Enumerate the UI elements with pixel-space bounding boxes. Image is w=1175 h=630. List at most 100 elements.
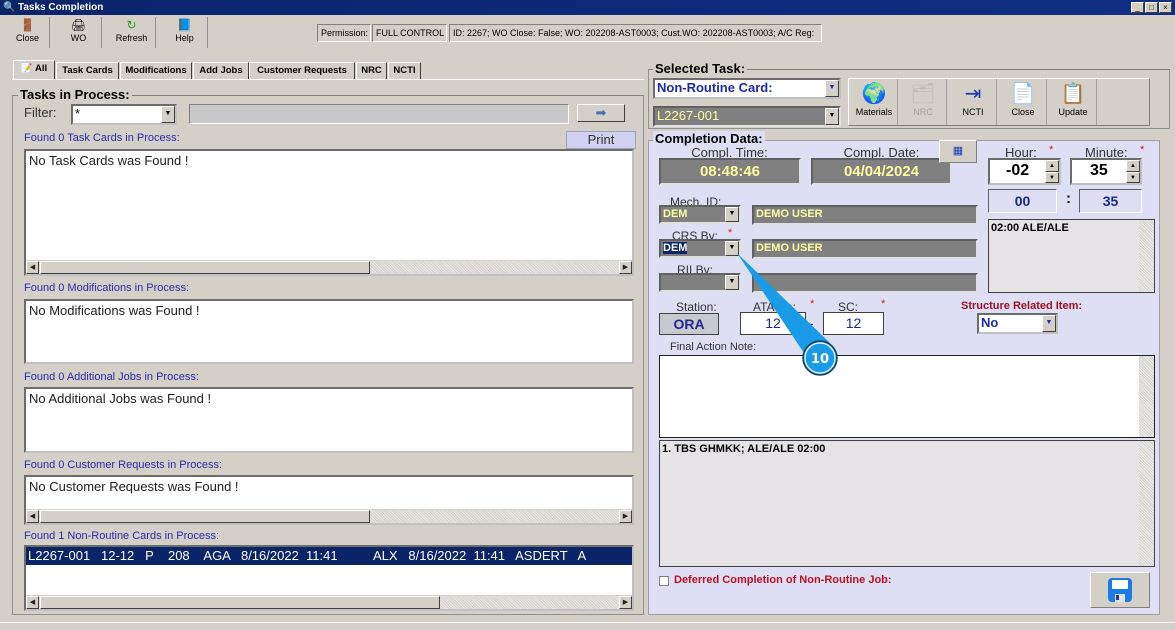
refresh-label: Refresh (115, 33, 148, 43)
task-card-value: L2267-001 (657, 108, 720, 123)
rii-name-field (752, 273, 978, 293)
additional-jobs-list[interactable]: No Additional Jobs was Found ! (24, 387, 634, 453)
wo-button[interactable]: 🖨 WO (56, 17, 102, 48)
help-book-icon: 📘 (177, 18, 192, 32)
calendar-button[interactable]: ▦ (939, 140, 977, 163)
spin-up-icon: ▲ (1045, 160, 1059, 172)
additional-jobs-empty-text: No Additional Jobs was Found ! (29, 391, 212, 406)
rii-by-combo[interactable]: ▼ (659, 273, 741, 292)
mech-id-combo[interactable]: DEM ▼ (659, 205, 741, 224)
update-button[interactable]: 📋 Update (1050, 79, 1097, 125)
chevron-down-icon[interactable]: ▼ (161, 106, 175, 123)
app-icon: 🔍 (3, 2, 16, 13)
ata-input[interactable]: 12 (740, 312, 806, 335)
action-history-box[interactable]: 1. TBS GHMKK; ALE/ALE 02:00 (659, 440, 1155, 567)
nrc-list[interactable]: L2267-001 12-12 P 208 AGA 8/16/2022 11:4… (24, 545, 634, 611)
chevron-down-icon[interactable]: ▼ (825, 80, 839, 97)
sc-input[interactable]: 12 (823, 312, 884, 335)
document-arrow-icon: 📄 (1010, 83, 1036, 105)
minute-stepper[interactable]: 35 ▲ ▼ (1070, 158, 1142, 185)
exit-door-icon: 🚪 (20, 18, 35, 32)
apply-filter-button[interactable]: ➡ (577, 104, 625, 122)
task-cards-list[interactable]: No Task Cards was Found ! ◀ ▶ (24, 149, 634, 276)
task-type-combo[interactable]: Non-Routine Card: ▼ (653, 78, 841, 99)
status-bar (0, 622, 1175, 630)
required-marker: * (1049, 144, 1054, 156)
help-button[interactable]: 📘 Help (162, 17, 208, 48)
close-task-button[interactable]: 📄 Close (1000, 79, 1047, 125)
import-table-icon: ⇥ (964, 83, 982, 105)
tab-modifications[interactable]: Modifications (120, 62, 192, 79)
chevron-down-icon: ▼ (725, 241, 739, 256)
maximize-button[interactable]: □ (1145, 2, 1158, 13)
tab-ncti[interactable]: NCTI (388, 62, 421, 79)
crs-by-combo[interactable]: DEM ▼ (659, 239, 741, 258)
selected-task-title: Selected Task: (653, 61, 748, 76)
spin-up-icon: ▲ (1126, 160, 1140, 172)
hour-stepper[interactable]: -02 ▲ ▼ (988, 158, 1061, 185)
mech-name-field: DEMO USER (752, 205, 978, 225)
filter-combo[interactable]: * ▼ (71, 104, 177, 125)
refresh-button[interactable]: ↻ Refresh (108, 17, 156, 48)
ncti-label: NCTI (962, 107, 984, 117)
crs-id-value: DEM (663, 242, 688, 254)
save-button[interactable] (1090, 572, 1150, 608)
floppy-disk-icon (1108, 578, 1132, 602)
structure-related-label: Structure Related Item: (961, 300, 1083, 312)
chevron-down-icon: ▼ (1042, 315, 1056, 332)
tab-customer-requests[interactable]: Customer Requests (249, 62, 355, 79)
help-label: Help (175, 33, 194, 43)
modifications-list[interactable]: No Modifications was Found ! (24, 299, 634, 364)
required-marker: * (1140, 144, 1145, 156)
wo-label: WO (70, 33, 87, 43)
structure-related-value: No (981, 315, 999, 330)
nrc-button[interactable]: 🗂 NRC (900, 79, 947, 125)
work-order-info: ID: 2267; WO Close: False; WO: 202208-AS… (449, 24, 822, 42)
ncti-button[interactable]: ⇥ NCTI (950, 79, 997, 125)
structure-related-combo[interactable]: No ▼ (977, 313, 1058, 334)
vertical-scrollbar[interactable] (1139, 220, 1154, 292)
minimize-button[interactable]: _ (1131, 2, 1144, 13)
vertical-scrollbar[interactable] (1139, 441, 1154, 566)
duration-hours: 00 (988, 189, 1057, 213)
customer-requests-list[interactable]: No Customer Requests was Found ! ◀ ▶ (24, 475, 634, 525)
nrc-row-selected[interactable]: L2267-001 12-12 P 208 AGA 8/16/2022 11:4… (26, 547, 632, 565)
station-field: ORA (659, 313, 719, 335)
chevron-down-icon[interactable]: ▼ (825, 108, 839, 125)
final-action-note-input[interactable] (659, 355, 1155, 438)
station-label: Station: (676, 300, 717, 314)
tab-task-cards[interactable]: Task Cards (56, 62, 119, 79)
customer-requests-count-label: Found 0 Customer Requests in Process: (24, 459, 223, 471)
horizontal-scrollbar[interactable]: ◀ ▶ (26, 509, 632, 523)
filter-text-input[interactable] (189, 104, 569, 124)
title-bar: 🔍 Tasks Completion (0, 0, 1175, 15)
deferred-label: Deferred Completion of Non-Routine Job: (674, 574, 892, 586)
close-button[interactable]: 🚪 Close (6, 17, 50, 48)
duration-separator: : (1066, 190, 1071, 207)
print-button[interactable]: Print (566, 131, 636, 149)
compl-date-field[interactable]: 04/04/2024 (811, 158, 952, 185)
calendar-icon: ▦ (952, 145, 964, 157)
vertical-scrollbar[interactable] (1139, 356, 1154, 437)
deferred-checkbox[interactable] (659, 576, 669, 586)
mech-id-value: DEM (663, 208, 688, 220)
required-marker: * (728, 227, 733, 239)
required-marker: * (881, 298, 886, 310)
modifications-empty-text: No Modifications was Found ! (29, 303, 200, 318)
tab-nrc[interactable]: NRC (356, 62, 387, 79)
documents-icon: 🗂 (910, 83, 936, 105)
horizontal-scrollbar[interactable]: ◀ ▶ (26, 595, 632, 609)
permission-label: Permission: (317, 24, 371, 42)
customer-requests-empty-text: No Customer Requests was Found ! (29, 479, 239, 494)
tab-add-jobs[interactable]: Add Jobs (193, 62, 249, 79)
required-marker: * (810, 298, 815, 310)
labor-notes-box[interactable]: 02:00 ALE/ALE (988, 219, 1155, 293)
horizontal-scrollbar[interactable]: ◀ ▶ (26, 260, 632, 274)
update-label: Update (1058, 107, 1088, 117)
materials-button[interactable]: 🌍 Materials (851, 79, 898, 125)
task-card-combo[interactable]: L2267-001 ▼ (653, 106, 841, 127)
action-history-text: 1. TBS GHMKK; ALE/ALE 02:00 (662, 443, 826, 455)
tab-all[interactable]: 📝 All (13, 60, 55, 79)
permission-value: FULL CONTROL (372, 24, 447, 42)
close-window-button[interactable]: × (1159, 2, 1172, 13)
